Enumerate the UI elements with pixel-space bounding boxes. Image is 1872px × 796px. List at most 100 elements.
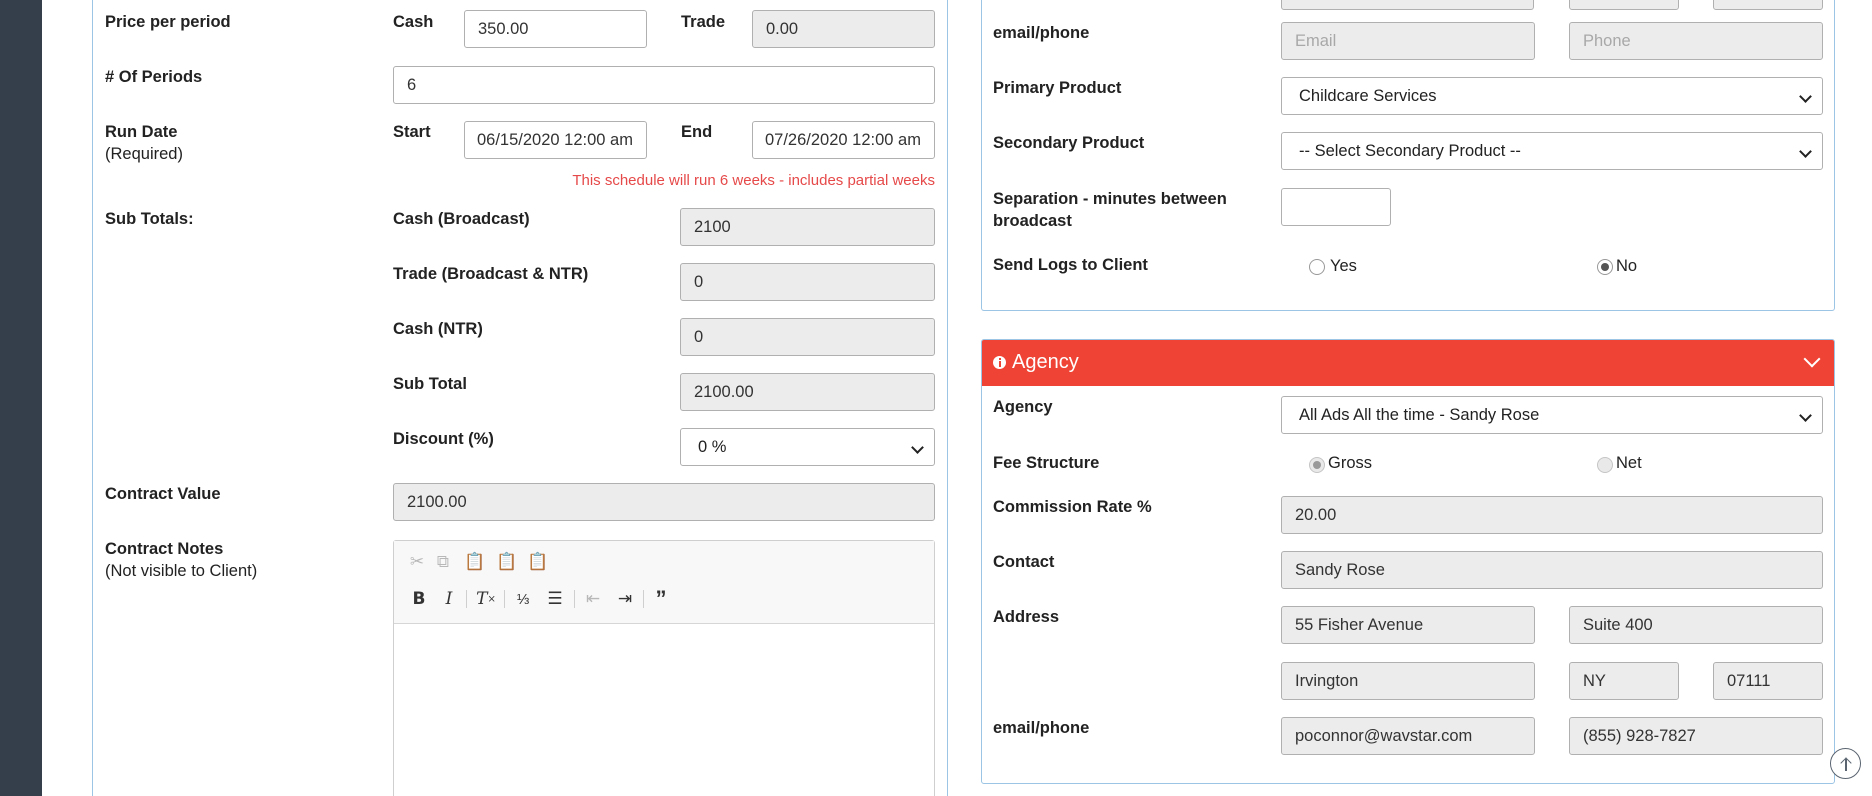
fee-net-label: Net xyxy=(1616,454,1642,472)
price-trade-label: Trade xyxy=(681,13,726,31)
agency-selected-value: All Ads All the time - Sandy Rose xyxy=(1299,406,1540,424)
contract-value-label: Contract Value xyxy=(105,485,221,503)
paste-icon[interactable]: 📋 xyxy=(462,549,488,575)
editor-toolbar: ✂ ⧉ 📋 📋 📋 B I T × ⅓ ☰ ⇤ ⇥ ” xyxy=(394,541,934,624)
numbered-list-icon[interactable]: ⅓ xyxy=(510,586,536,612)
contract-notes-note: (Not visible to Client) xyxy=(105,562,258,580)
sub-total-label: Sub Total xyxy=(393,375,467,393)
primary-product-label: Primary Product xyxy=(993,79,1122,97)
address-line2-input: Suite 400 xyxy=(1569,606,1823,644)
num-periods-input[interactable]: 6 xyxy=(393,66,935,104)
secondary-product-select[interactable]: -- Select Secondary Product -- xyxy=(1281,132,1823,170)
agency-select[interactable]: All Ads All the time - Sandy Rose xyxy=(1281,396,1823,434)
price-per-period-label: Price per period xyxy=(105,13,231,31)
separation-label-line1: Separation - minutes between xyxy=(993,190,1227,208)
discount-label: Discount (%) xyxy=(393,430,494,448)
address-label: Address xyxy=(993,608,1060,626)
fee-structure-label: Fee Structure xyxy=(993,454,1100,472)
contract-value-input: 2100.00 xyxy=(393,483,935,521)
separation-input[interactable] xyxy=(1281,188,1391,226)
agency-zip-input: 07111 xyxy=(1713,662,1823,700)
bulleted-list-icon[interactable]: ☰ xyxy=(542,586,568,612)
commission-rate-input: 20.00 xyxy=(1281,496,1823,534)
commission-rate-label: Commission Rate % xyxy=(993,498,1152,516)
end-date-input[interactable]: 07/26/2020 12:00 am xyxy=(752,121,935,159)
cash-ntr-input: 0 xyxy=(680,318,935,356)
agency-state-input: NY xyxy=(1569,662,1679,700)
discount-selected-value: 0 % xyxy=(698,438,727,456)
toolbar-separator xyxy=(504,590,505,608)
toolbar-separator xyxy=(643,590,644,608)
trade-broadcast-ntr-input: 0 xyxy=(680,263,935,301)
run-date-required-note: (Required) xyxy=(105,145,183,163)
italic-icon[interactable]: I xyxy=(436,586,462,612)
start-date-input[interactable]: 06/15/2020 12:00 am xyxy=(464,121,647,159)
collapse-icon[interactable] xyxy=(1803,350,1821,368)
separation-label-line2: broadcast xyxy=(993,212,1072,230)
contract-notes-editor: ✂ ⧉ 📋 📋 📋 B I T × ⅓ ☰ ⇤ ⇥ ” xyxy=(393,540,935,796)
schedule-warning: This schedule will run 6 weeks - include… xyxy=(572,172,935,189)
toolbar-separator xyxy=(574,590,575,608)
price-cash-input[interactable]: 350.00 xyxy=(464,10,647,48)
client-email-phone-label: email/phone xyxy=(993,24,1090,42)
contract-notes-textarea[interactable] xyxy=(394,625,934,796)
send-logs-yes-radio[interactable] xyxy=(1309,259,1325,275)
state-input xyxy=(1569,0,1679,10)
cut-icon[interactable]: ✂ xyxy=(404,549,430,575)
contract-notes-label: Contract Notes xyxy=(105,540,224,558)
trade-broadcast-ntr-label: Trade (Broadcast & NTR) xyxy=(393,265,589,283)
address-line-input xyxy=(1281,0,1534,10)
agency-phone-input: (855) 928-7827 xyxy=(1569,717,1823,755)
agency-title: Agency xyxy=(1012,351,1079,373)
cash-broadcast-label: Cash (Broadcast) xyxy=(393,210,530,228)
outdent-icon[interactable]: ⇤ xyxy=(580,586,606,612)
contact-input: Sandy Rose xyxy=(1281,551,1823,589)
toolbar-separator xyxy=(466,590,467,608)
sub-total-input: 2100.00 xyxy=(680,373,935,411)
chevron-down-icon xyxy=(1799,145,1812,158)
city-input: Irvington xyxy=(1281,662,1535,700)
agency-label: Agency xyxy=(993,398,1053,416)
primary-product-value: Childcare Services xyxy=(1299,87,1437,105)
sidebar xyxy=(0,0,42,796)
address-line1-input: 55 Fisher Avenue xyxy=(1281,606,1535,644)
info-icon xyxy=(993,356,1006,369)
client-email-input: Email xyxy=(1281,22,1535,60)
secondary-product-value: -- Select Secondary Product -- xyxy=(1299,142,1521,160)
client-phone-input: Phone xyxy=(1569,22,1823,60)
remove-format-icon[interactable]: T × xyxy=(473,586,499,612)
send-logs-yes-label: Yes xyxy=(1330,257,1357,275)
chevron-down-icon xyxy=(1799,90,1812,103)
fee-gross-label: Gross xyxy=(1328,454,1373,472)
secondary-product-label: Secondary Product xyxy=(993,134,1145,152)
contact-label: Contact xyxy=(993,553,1055,571)
agency-email-phone-label: email/phone xyxy=(993,719,1090,737)
price-trade-input: 0.00 xyxy=(752,10,935,48)
indent-icon[interactable]: ⇥ xyxy=(612,586,638,612)
sub-totals-label: Sub Totals: xyxy=(105,210,194,228)
paste-text-icon[interactable]: 📋 xyxy=(494,549,520,575)
chevron-down-icon xyxy=(911,441,924,454)
cash-ntr-label: Cash (NTR) xyxy=(393,320,483,338)
schedule-warning-row: This schedule will run 6 weeks - include… xyxy=(393,171,935,193)
run-date-start-label: Start xyxy=(393,123,431,141)
paste-word-icon[interactable]: 📋 xyxy=(525,549,551,575)
agency-email-input: poconnor@wavstar.com xyxy=(1281,717,1535,755)
agency-header[interactable]: Agency xyxy=(982,340,1834,386)
num-periods-label: # Of Periods xyxy=(105,68,203,86)
bold-icon[interactable]: B xyxy=(406,586,432,612)
discount-select[interactable]: 0 % xyxy=(680,428,935,466)
run-date-label: Run Date xyxy=(105,123,178,141)
scroll-top-icon[interactable] xyxy=(1830,748,1861,779)
fee-gross-radio[interactable] xyxy=(1309,457,1325,473)
fee-net-radio[interactable] xyxy=(1597,457,1613,473)
copy-icon[interactable]: ⧉ xyxy=(430,549,456,575)
primary-product-select[interactable]: Childcare Services xyxy=(1281,77,1823,115)
send-logs-label: Send Logs to Client xyxy=(993,256,1148,274)
price-cash-label: Cash xyxy=(393,13,434,31)
send-logs-no-radio[interactable] xyxy=(1597,259,1613,275)
run-date-end-label: End xyxy=(681,123,713,141)
send-logs-no-label: No xyxy=(1616,257,1638,275)
blockquote-icon[interactable]: ” xyxy=(648,586,674,612)
zip-input xyxy=(1713,0,1823,10)
